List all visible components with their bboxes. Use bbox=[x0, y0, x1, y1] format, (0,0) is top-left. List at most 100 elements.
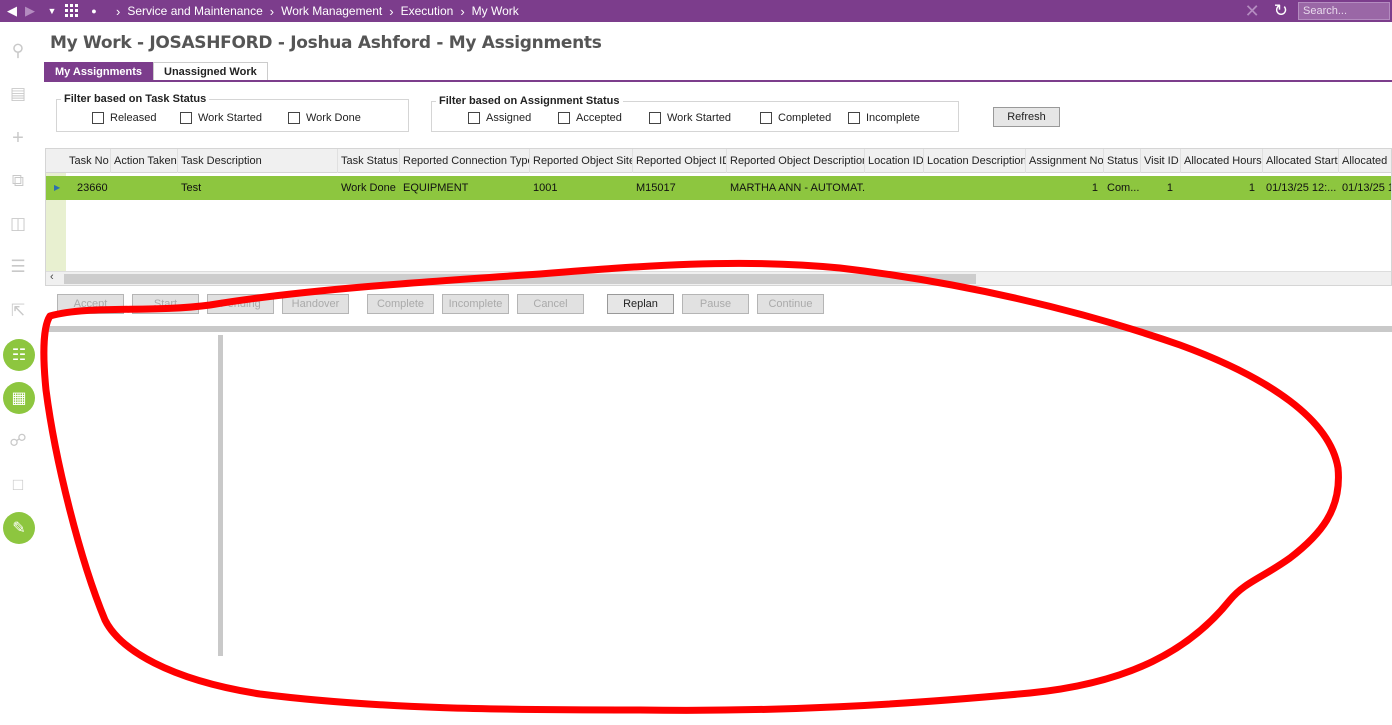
checkbox-box[interactable] bbox=[92, 112, 104, 124]
breadcrumb-item[interactable]: Service and Maintenance bbox=[127, 4, 262, 18]
column-header-task-description[interactable]: Task Description bbox=[178, 149, 338, 173]
cell-location-description[interactable] bbox=[924, 176, 1026, 200]
table-row[interactable]: ▶ 23660 Test Work Done EQUIPMENT 1001 M1… bbox=[46, 176, 1391, 200]
column-header-allocated-start[interactable]: Allocated Start bbox=[1263, 149, 1339, 173]
search-icon[interactable]: ⚲ bbox=[7, 40, 29, 62]
apps-grid-icon[interactable] bbox=[63, 0, 81, 22]
attachment-icon[interactable]: ☍ bbox=[7, 430, 29, 452]
cell-status[interactable]: Com... bbox=[1104, 176, 1141, 200]
cell-task-description[interactable]: Test bbox=[178, 176, 338, 200]
column-header-action-taken[interactable]: Action Taken bbox=[111, 149, 178, 173]
column-header-allocated-hours[interactable]: Allocated Hours bbox=[1181, 149, 1263, 173]
complete-button[interactable]: Complete bbox=[367, 294, 434, 314]
continue-button[interactable]: Continue bbox=[757, 294, 824, 314]
breadcrumb-item[interactable]: Work Management bbox=[281, 4, 382, 18]
cancel-button[interactable]: Cancel bbox=[517, 294, 584, 314]
pending-button[interactable]: Pending bbox=[207, 294, 274, 314]
column-header-task-status[interactable]: Task Status bbox=[338, 149, 400, 173]
tab-underline bbox=[44, 80, 1392, 82]
tab-bar: My Assignments Unassigned Work bbox=[44, 62, 268, 81]
tab-my-assignments[interactable]: My Assignments bbox=[44, 62, 154, 81]
topbar-right: ✕ ↻ bbox=[1245, 0, 1392, 22]
cell-allocated-finish[interactable]: 01/13/25 1: bbox=[1339, 176, 1391, 200]
cell-task-no[interactable]: 23660 bbox=[74, 176, 111, 200]
checkbox-incomplete[interactable]: Incomplete bbox=[848, 112, 920, 124]
checkbox-box[interactable] bbox=[288, 112, 300, 124]
list-icon[interactable]: ☰ bbox=[7, 256, 29, 278]
refresh-icon[interactable]: ↻ bbox=[1274, 1, 1288, 21]
column-header-allocated-finish[interactable]: Allocated F bbox=[1339, 149, 1391, 173]
cell-object-description[interactable]: MARTHA ANN - AUTOMAT... bbox=[727, 176, 865, 200]
handover-button[interactable]: Handover bbox=[282, 294, 349, 314]
horizontal-scrollbar[interactable]: ‹ bbox=[46, 271, 1391, 285]
start-button[interactable]: Start bbox=[132, 294, 199, 314]
checkbox-box[interactable] bbox=[760, 112, 772, 124]
checkbox-accepted[interactable]: Accepted bbox=[558, 112, 622, 124]
column-header-visit-id[interactable]: Visit ID bbox=[1141, 149, 1181, 173]
cell-object-id[interactable]: M15017 bbox=[633, 176, 727, 200]
search-input[interactable] bbox=[1298, 2, 1390, 20]
pause-button[interactable]: Pause bbox=[682, 294, 749, 314]
checkbox-label: Work Done bbox=[306, 112, 361, 124]
chart-icon[interactable]: ▦ bbox=[3, 382, 35, 414]
cell-connection-type[interactable]: EQUIPMENT bbox=[400, 176, 530, 200]
scroll-left-icon[interactable]: ‹ bbox=[50, 271, 54, 283]
breadcrumb-item[interactable]: My Work bbox=[472, 4, 519, 18]
checkbox-work-done[interactable]: Work Done bbox=[288, 112, 361, 124]
cell-location-id[interactable] bbox=[865, 176, 924, 200]
column-header-location-description[interactable]: Location Description bbox=[924, 149, 1026, 173]
tab-unassigned-work[interactable]: Unassigned Work bbox=[153, 62, 268, 81]
column-header-connection-type[interactable]: Reported Connection Type bbox=[400, 149, 530, 173]
cell-assignment-no[interactable]: 1 bbox=[1026, 176, 1100, 200]
accept-button[interactable]: Accept bbox=[57, 294, 124, 314]
checkbox-completed[interactable]: Completed bbox=[760, 112, 831, 124]
breadcrumb-item[interactable]: Execution bbox=[401, 4, 454, 18]
copy-icon[interactable]: ⧉ bbox=[7, 170, 29, 192]
chat-add-icon[interactable]: ✎ bbox=[3, 512, 35, 544]
checkbox-box[interactable] bbox=[468, 112, 480, 124]
refresh-button[interactable]: Refresh bbox=[993, 107, 1060, 127]
forward-arrow-icon[interactable]: ▶ bbox=[21, 0, 39, 22]
checkbox-released[interactable]: Released bbox=[92, 112, 156, 124]
lower-pane-divider[interactable] bbox=[218, 335, 223, 656]
checkbox-box[interactable] bbox=[180, 112, 192, 124]
form-icon[interactable]: ▤ bbox=[7, 83, 29, 105]
cell-action-taken[interactable] bbox=[111, 176, 178, 200]
chevron-right-icon: › bbox=[389, 3, 394, 19]
export-icon[interactable]: ⇱ bbox=[7, 300, 29, 322]
page-title: My Work - JOSASHFORD - Joshua Ashford - … bbox=[50, 33, 602, 53]
column-header-status[interactable]: Status bbox=[1104, 149, 1141, 173]
plus-icon[interactable]: + bbox=[7, 127, 29, 149]
column-header-object-id[interactable]: Reported Object ID bbox=[633, 149, 727, 173]
cell-object-site[interactable]: 1001 bbox=[530, 176, 633, 200]
task-status-filter: Filter based on Task Status Released Wor… bbox=[56, 93, 409, 132]
close-icon[interactable]: ✕ bbox=[1245, 1, 1260, 22]
trash-icon[interactable]: ◫ bbox=[7, 213, 29, 235]
cell-task-status[interactable]: Work Done bbox=[338, 176, 400, 200]
cell-allocated-hours[interactable]: 1 bbox=[1181, 176, 1259, 200]
checkbox-label: Work Started bbox=[198, 112, 262, 124]
checkbox-box[interactable] bbox=[848, 112, 860, 124]
dropdown-caret-icon[interactable]: ▼ bbox=[43, 0, 61, 22]
checkbox-box[interactable] bbox=[649, 112, 661, 124]
checkbox-box[interactable] bbox=[558, 112, 570, 124]
checkbox-task-work-started[interactable]: Work Started bbox=[180, 112, 262, 124]
incomplete-button[interactable]: Incomplete bbox=[442, 294, 509, 314]
column-header-assignment-no[interactable]: Assignment No bbox=[1026, 149, 1104, 173]
column-header-task-no[interactable]: Task No bbox=[66, 149, 111, 173]
column-header-location-id[interactable]: Location ID bbox=[865, 149, 924, 173]
cell-allocated-start[interactable]: 01/13/25 12:... bbox=[1263, 176, 1339, 200]
back-arrow-icon[interactable]: ◀ bbox=[3, 0, 21, 22]
cell-visit-id[interactable]: 1 bbox=[1141, 176, 1177, 200]
column-header-object-description[interactable]: Reported Object Description bbox=[727, 149, 865, 173]
note-icon[interactable]: □ bbox=[7, 474, 29, 496]
column-header-object-site[interactable]: Reported Object Site bbox=[530, 149, 633, 173]
pane-splitter[interactable] bbox=[45, 326, 1392, 332]
checkbox-assignment-work-started[interactable]: Work Started bbox=[649, 112, 731, 124]
checkbox-assigned[interactable]: Assigned bbox=[468, 112, 531, 124]
document-list-icon[interactable]: ☷ bbox=[3, 339, 35, 371]
grid-header: Task No Action Taken Task Description Ta… bbox=[46, 149, 1391, 173]
scrollbar-thumb[interactable] bbox=[64, 274, 976, 284]
replan-button[interactable]: Replan bbox=[607, 294, 674, 314]
chevron-right-icon: › bbox=[460, 3, 465, 19]
